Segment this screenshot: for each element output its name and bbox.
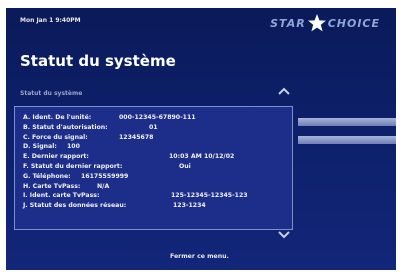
- status-label: A. Ident. De l'unité:: [23, 114, 92, 121]
- status-item-phone: G. Téléphone: 16175559999: [23, 173, 286, 183]
- status-item-authorization: B. Statut d'autorisation: 01: [23, 124, 286, 134]
- tv-screen: Mon Jan 1 9:40PM STAR CHOICE Statut du s…: [6, 8, 396, 270]
- status-item-unit-id: A. Ident. De l'unité: 000-12345-67890-11…: [23, 114, 286, 124]
- status-item-signal-strength: C. Force du signal: 12345678: [23, 134, 286, 144]
- status-item-tvpass-id: I. Ident. carte TvPass: 125-12345-12345-…: [23, 192, 286, 202]
- page-title: Statut du système: [20, 52, 176, 70]
- status-value: N/A: [97, 182, 110, 190]
- status-item-signal: D. Signal: 100: [23, 143, 286, 153]
- section-label: Statut du système: [20, 90, 83, 97]
- status-value: 16175559999: [81, 172, 129, 180]
- status-value: Oui: [179, 162, 191, 170]
- status-label: J. Statut des données réseau:: [23, 202, 127, 210]
- status-item-last-report: E. Dernier rapport: 10:03 AM 10/12/02: [23, 153, 286, 163]
- star-icon: [307, 14, 326, 32]
- status-value: 100: [67, 143, 80, 151]
- status-item-last-report-status: F. Statut du dernier rapport: Oui: [23, 163, 286, 173]
- status-label: B. Statut d'autorisation:: [23, 123, 108, 131]
- status-label: D. Signal:: [23, 143, 57, 151]
- top-bar: Mon Jan 1 9:40PM STAR CHOICE: [6, 8, 396, 38]
- scroll-down-icon[interactable]: [277, 230, 291, 240]
- logo-text-right: CHOICE: [327, 16, 380, 30]
- logo-text-left: STAR: [270, 16, 306, 30]
- system-status-panel: A. Ident. De l'unité: 000-12345-67890-11…: [14, 106, 293, 230]
- close-menu-button[interactable]: Fermer ce menu.: [170, 253, 229, 260]
- status-label: F. Statut du dernier rapport:: [23, 162, 123, 170]
- status-item-tvpass-card: H. Carte TvPass: N/A: [23, 183, 286, 193]
- side-highlight-bar: [298, 118, 396, 126]
- status-label: E. Dernier rapport:: [23, 153, 89, 161]
- status-value: 123-1234: [173, 202, 206, 210]
- status-value: 125-12345-12345-123: [171, 192, 248, 200]
- side-highlight-bar: [298, 136, 396, 144]
- status-item-network-data: J. Statut des données réseau: 123-1234: [23, 202, 286, 212]
- status-label: G. Téléphone:: [23, 172, 71, 180]
- status-value: 10:03 AM 10/12/02: [169, 153, 235, 161]
- status-value: 000-12345-67890-111: [119, 114, 196, 121]
- scroll-up-icon[interactable]: [277, 86, 291, 96]
- status-value: 01: [149, 123, 158, 131]
- status-label: I. Ident. carte TvPass:: [23, 192, 100, 200]
- status-label: C. Force du signal:: [23, 133, 88, 141]
- date-time: Mon Jan 1 9:40PM: [20, 17, 81, 24]
- status-label: H. Carte TvPass:: [23, 182, 81, 190]
- status-list: A. Ident. De l'unité: 000-12345-67890-11…: [23, 114, 286, 212]
- status-value: 12345678: [119, 133, 154, 141]
- starchoice-logo: STAR CHOICE: [270, 12, 380, 34]
